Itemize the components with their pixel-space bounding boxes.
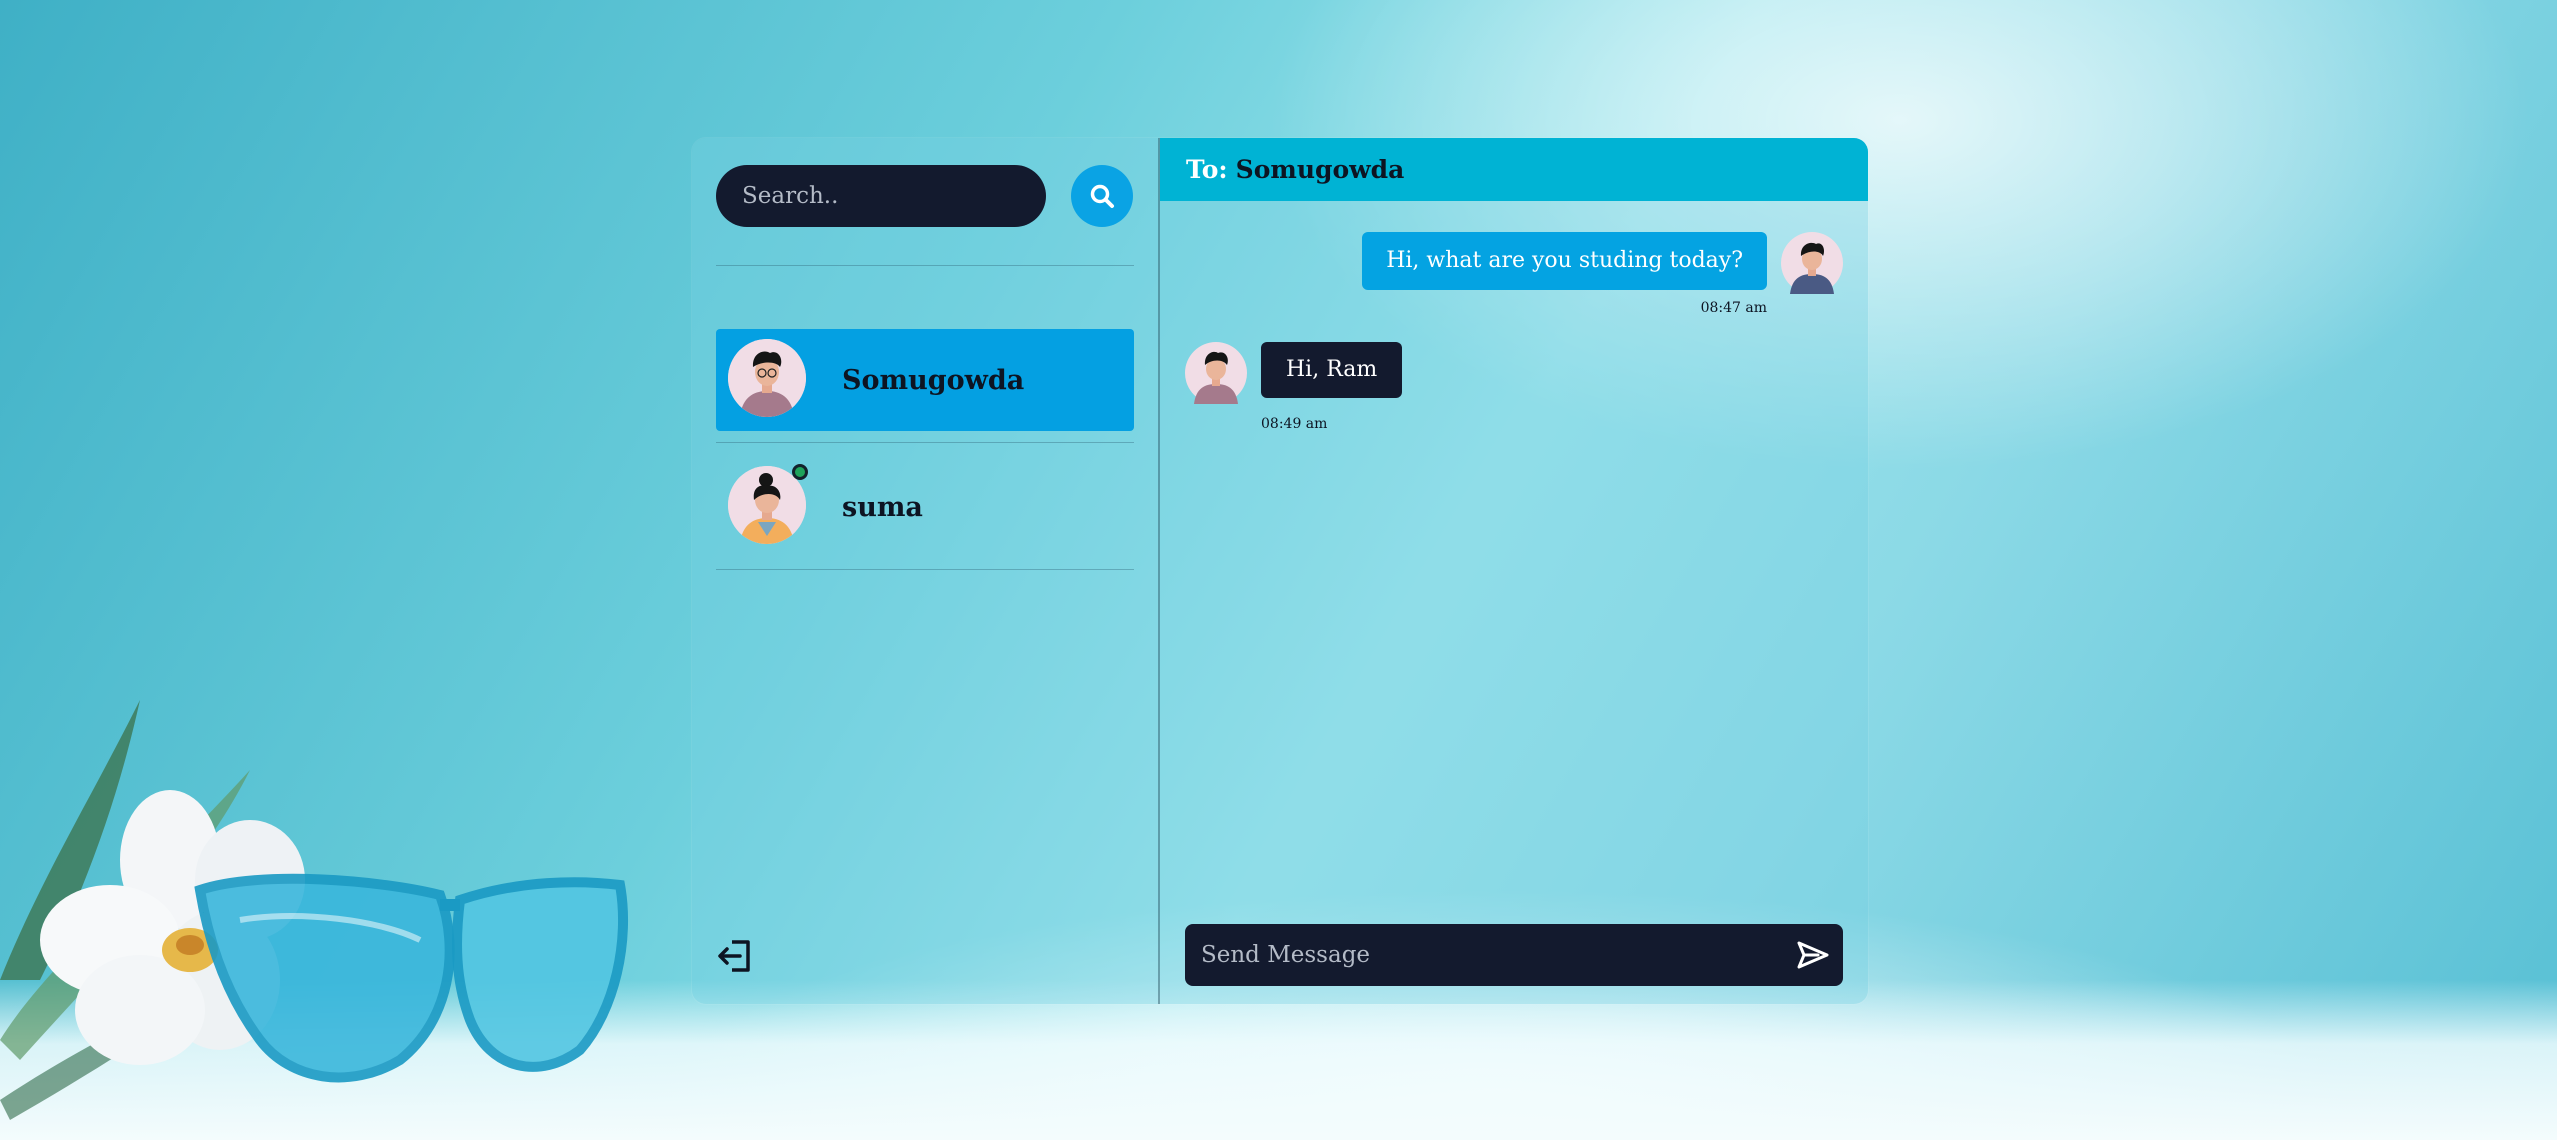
message-timestamp: 08:49 am [1261,416,1328,432]
message-bubble: Hi, what are you studing today? [1362,232,1767,290]
search-button[interactable] [1071,165,1133,227]
contact-name: Somugowda [842,364,1025,396]
contact-name: suma [842,491,923,523]
sidebar: Somugowda suma [692,138,1158,1004]
to-recipient-name: Somugowda [1235,155,1405,184]
message-incoming: Hi, Ram [1185,342,1403,404]
message-input[interactable] [1185,923,1783,987]
contact-divider [716,569,1134,570]
to-label: To: [1186,155,1228,184]
contact-item-suma[interactable]: suma [716,456,1134,558]
message-timestamp: 08:47 am [1700,300,1767,316]
online-status-dot [792,464,808,480]
search-icon [1090,184,1114,208]
send-icon [1797,941,1829,969]
message-outgoing: Hi, what are you studing today? [1362,232,1843,294]
avatar [1185,342,1247,404]
chat-header: To: Somugowda [1160,138,1868,201]
send-button[interactable] [1783,924,1843,986]
contact-item-somugowda[interactable]: Somugowda [716,329,1134,431]
search-row [716,165,1133,227]
avatar [1781,232,1843,294]
chat-area: To: Somugowda Hi, what are you studing t… [1160,138,1868,1004]
avatar [728,339,806,417]
message-bubble: Hi, Ram [1261,342,1403,398]
sidebar-divider [716,265,1134,266]
contact-divider [716,442,1134,443]
chat-app-panel: Somugowda suma [692,138,1868,1004]
search-input[interactable] [716,165,1046,227]
avatar-wrap [728,464,808,548]
logout-icon[interactable] [716,936,756,976]
message-composer [1185,923,1843,987]
avatar-wrap [728,339,806,421]
background-decoration [0,700,629,1120]
